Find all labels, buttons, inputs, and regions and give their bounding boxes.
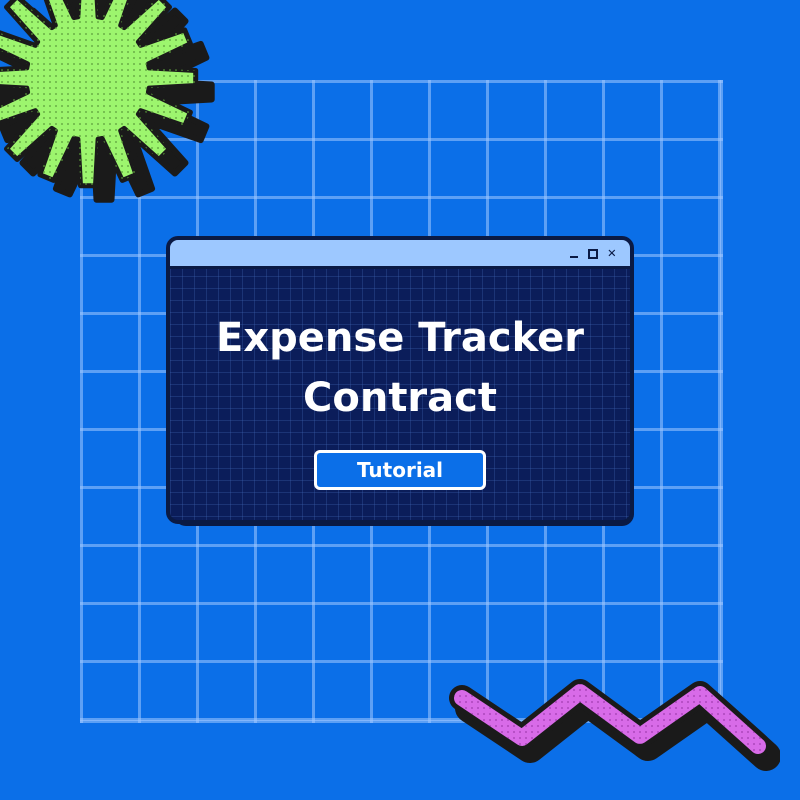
- window-titlebar: ✕: [170, 240, 630, 269]
- starburst-icon: [0, 0, 215, 203]
- title-line-1: Expense Tracker: [216, 315, 584, 361]
- page-title: Expense Tracker Contract: [170, 308, 630, 428]
- zigzag-icon: [449, 679, 780, 771]
- window-controls: ✕: [569, 244, 616, 265]
- maximize-button[interactable]: [587, 244, 598, 265]
- app-window: ✕ Expense Tracker Contract Tutorial: [166, 236, 634, 524]
- maximize-icon: [587, 249, 598, 259]
- minimize-button[interactable]: [569, 244, 578, 265]
- minimize-icon: [569, 256, 578, 258]
- close-button[interactable]: ✕: [608, 244, 616, 265]
- close-icon: ✕: [607, 245, 616, 261]
- tutorial-button[interactable]: Tutorial: [314, 450, 486, 490]
- title-line-2: Contract: [303, 375, 497, 421]
